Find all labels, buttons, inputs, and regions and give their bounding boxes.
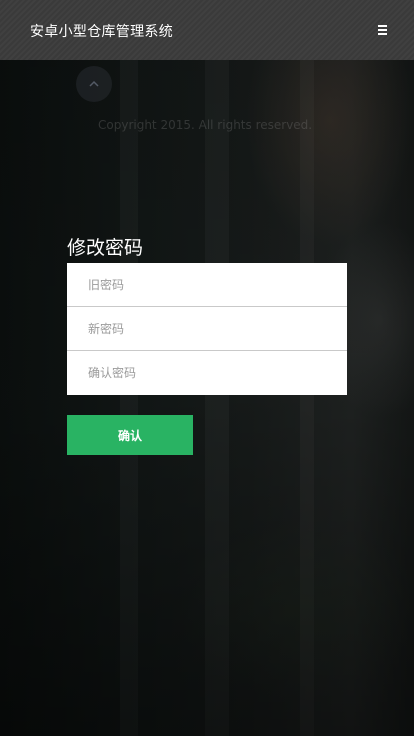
app-title: 安卓小型仓库管理系统	[30, 24, 173, 40]
confirm-password-input[interactable]	[67, 351, 347, 395]
background-shade	[0, 60, 414, 736]
hamburger-menu-icon[interactable]	[376, 24, 390, 36]
password-form	[67, 263, 347, 395]
back-to-top-button[interactable]	[76, 66, 112, 102]
new-password-input[interactable]	[67, 307, 347, 351]
change-password-title: 修改密码	[67, 237, 144, 259]
chevron-up-icon	[89, 80, 99, 87]
old-password-input[interactable]	[67, 263, 347, 307]
confirm-button[interactable]: 确认	[67, 415, 193, 455]
top-navbar: 安卓小型仓库管理系统	[0, 0, 414, 60]
copyright-text: Copyright 2015. All rights reserved.	[98, 118, 313, 132]
